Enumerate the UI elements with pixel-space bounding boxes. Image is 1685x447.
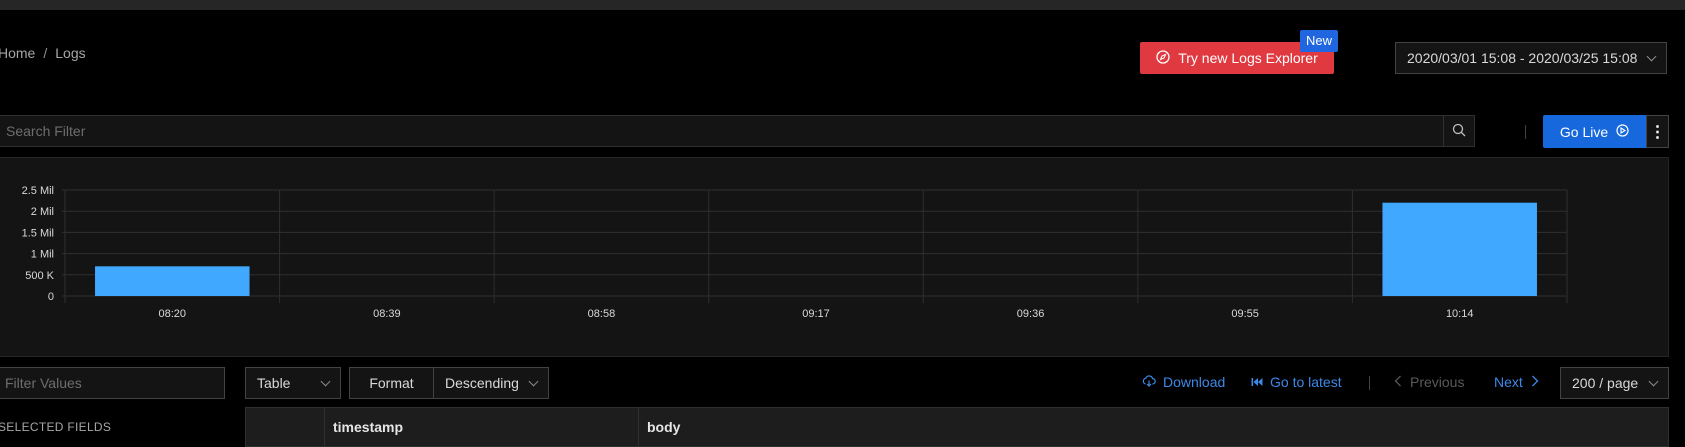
download-button[interactable]: Download bbox=[1142, 374, 1225, 390]
y-tick-label: 500 K bbox=[25, 270, 54, 282]
format-button[interactable]: Format bbox=[349, 367, 434, 399]
chevron-down-icon bbox=[1646, 51, 1657, 61]
filter-values-box bbox=[0, 367, 225, 399]
go-live-label: Go Live bbox=[1559, 123, 1609, 140]
breadcrumb: Home / Logs bbox=[0, 45, 86, 61]
next-label: Next bbox=[1494, 374, 1523, 390]
column-header-timestamp[interactable]: timestamp bbox=[325, 408, 639, 446]
x-tick-label: 09:55 bbox=[1231, 308, 1259, 320]
breadcrumb-home[interactable]: Home bbox=[0, 45, 35, 61]
breadcrumb-separator: / bbox=[43, 45, 48, 61]
search-button[interactable] bbox=[1443, 116, 1474, 146]
logs-table-header: timestamp body bbox=[245, 407, 1669, 447]
chart-bar bbox=[1382, 202, 1537, 296]
x-tick-label: 09:36 bbox=[1017, 308, 1045, 320]
x-tick-label: 08:58 bbox=[588, 308, 616, 320]
breadcrumb-current: Logs bbox=[55, 45, 86, 61]
y-tick-label: 0 bbox=[48, 291, 54, 303]
format-label: Format bbox=[369, 375, 414, 391]
x-tick-label: 08:39 bbox=[373, 308, 401, 320]
date-range-value: 2020/03/01 15:08 - 2020/03/25 15:08 bbox=[1407, 50, 1638, 66]
top-bar bbox=[0, 0, 1685, 10]
previous-page-button[interactable]: Previous bbox=[1394, 374, 1464, 390]
order-value: Descending bbox=[445, 375, 519, 391]
filter-values-input[interactable] bbox=[0, 368, 224, 398]
search-icon bbox=[1452, 123, 1466, 140]
go-to-latest-label: Go to latest bbox=[1270, 374, 1342, 390]
x-tick-label: 10:14 bbox=[1446, 308, 1474, 320]
selected-fields-heading: SELECTED FIELDS bbox=[0, 420, 112, 434]
x-tick-label: 09:17 bbox=[802, 308, 830, 320]
fast-backward-icon bbox=[1251, 374, 1263, 390]
new-badge: New bbox=[1300, 30, 1339, 52]
log-volume-chart: 0 500 K 1 Mil 1.5 Mil 2 Mil 2.5 Mil 08:20 08:39… bbox=[0, 157, 1669, 357]
view-mode-select[interactable]: Table bbox=[245, 367, 341, 399]
try-new-label: Try new Logs Explorer bbox=[1178, 50, 1318, 66]
play-circle-icon bbox=[1616, 123, 1629, 140]
view-mode-value: Table bbox=[257, 375, 291, 391]
chart-svg: 0 500 K 1 Mil 1.5 Mil 2 Mil 2.5 Mil 08:20 08:39… bbox=[22, 185, 1568, 320]
kebab-menu-icon: ⋮ bbox=[1649, 123, 1666, 141]
chevron-down-icon bbox=[528, 376, 539, 386]
y-tick-label: 2.5 Mil bbox=[22, 185, 54, 197]
next-page-button[interactable]: Next bbox=[1494, 374, 1539, 390]
search-filter-bar bbox=[0, 115, 1475, 147]
y-tick-label: 2 Mil bbox=[31, 206, 54, 218]
chevron-down-icon bbox=[320, 376, 331, 386]
go-live-button[interactable]: Go Live bbox=[1543, 115, 1646, 148]
chevron-right-icon bbox=[1531, 374, 1539, 390]
y-tick-label: 1 Mil bbox=[31, 249, 54, 261]
divider bbox=[1369, 376, 1370, 390]
previous-label: Previous bbox=[1410, 374, 1465, 390]
more-options-button[interactable]: ⋮ bbox=[1646, 115, 1669, 148]
column-header-body[interactable]: body bbox=[639, 408, 1668, 446]
go-to-latest-button[interactable]: Go to latest bbox=[1251, 374, 1342, 390]
chart-bar bbox=[95, 266, 250, 296]
date-range-picker[interactable]: 2020/03/01 15:08 - 2020/03/25 15:08 bbox=[1395, 42, 1667, 74]
x-tick-label: 08:20 bbox=[159, 308, 187, 320]
page-size-value: 200 / page bbox=[1572, 375, 1639, 391]
download-label: Download bbox=[1163, 374, 1226, 390]
order-select[interactable]: Descending bbox=[433, 367, 549, 399]
cloud-download-icon bbox=[1142, 374, 1156, 390]
compass-icon bbox=[1156, 49, 1170, 67]
chevron-left-icon bbox=[1394, 374, 1402, 390]
y-tick-label: 1.5 Mil bbox=[22, 227, 54, 239]
divider bbox=[1525, 125, 1526, 139]
column-header-expand bbox=[246, 408, 325, 446]
chevron-down-icon bbox=[1648, 376, 1659, 386]
page-size-select[interactable]: 200 / page bbox=[1560, 367, 1669, 399]
search-input[interactable] bbox=[0, 116, 1443, 146]
